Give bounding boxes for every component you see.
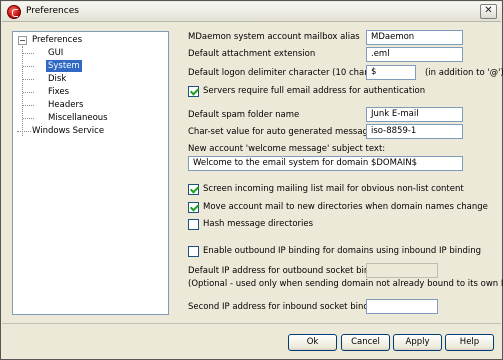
collapse-toggle-icon[interactable]: − [18,36,27,45]
full-email-auth-label: Servers require full email address for a… [203,86,426,96]
title-bar: Preferences ✕ [2,2,501,22]
second-ip-input[interactable] [366,299,438,314]
outbound-ip-input[interactable] [366,263,438,278]
tree-item-headers[interactable]: Headers [48,99,83,111]
close-button[interactable]: ✕ [480,4,497,19]
outbound-binding-checkbox[interactable] [188,246,199,257]
outbound-binding-label: Enable outbound IP binding for domains u… [203,246,482,256]
tree-item-preferences[interactable]: Preferences [32,34,82,46]
screen-list-mail-label: Screen incoming mailing list mail for ob… [203,184,464,194]
move-account-mail-label: Move account mail to new directories whe… [203,202,488,212]
tree-item-system[interactable]: System [46,60,82,72]
app-logo-icon [7,5,21,19]
ok-button[interactable]: Ok [288,334,337,351]
tree-connector [23,79,34,80]
tree-connector [22,46,23,136]
attachment-extension-input[interactable]: .eml [366,47,463,62]
preferences-dialog: Preferences ✕ − Preferences GUI System D… [0,0,503,360]
alias-label: MDaemon system account mailbox alias [188,32,360,42]
footer-divider [2,323,501,324]
tree-item-windows-service[interactable]: Windows Service [32,125,104,137]
tree-connector [17,131,31,132]
spam-folder-label: Default spam folder name [188,110,300,120]
category-tree: − Preferences GUI System Disk Fixes Head… [12,31,169,315]
logon-delimiter-note: (in addition to '@') [425,68,503,78]
tree-connector [23,53,34,54]
charset-input[interactable]: iso-8859-1 [366,124,463,139]
charset-label: Char-set value for auto generated messag… [188,127,378,137]
tree-item-miscellaneous[interactable]: Miscellaneous [48,112,108,124]
tree-item-gui[interactable]: GUI [48,47,63,59]
hash-directories-label: Hash message directories [203,219,314,229]
tree-connector [23,105,34,106]
screen-list-mail-checkbox[interactable] [188,184,199,195]
alias-input[interactable]: MDaemon [366,30,463,45]
tree-item-disk[interactable]: Disk [48,73,66,85]
outbound-ip-note: (Optional - used only when sending domai… [188,279,503,289]
outbound-ip-label: Default IP address for outbound socket b… [188,266,388,276]
attachment-extension-label: Default attachment extension [188,49,316,59]
tree-connector [23,66,34,67]
logon-delimiter-input[interactable]: $ [366,65,416,80]
full-email-auth-checkbox[interactable] [188,86,199,97]
welcome-subject-label: New account 'welcome message' subject te… [188,144,386,154]
second-ip-label: Second IP address for inbound socket bin… [188,302,382,312]
tree-connector [23,118,34,119]
cancel-button[interactable]: Cancel [341,334,390,351]
welcome-subject-input[interactable]: Welcome to the email system for domain $… [188,156,463,171]
move-account-mail-checkbox[interactable] [188,202,199,213]
window-title: Preferences [26,6,79,16]
apply-button[interactable]: Apply [393,334,442,351]
tree-connector [23,92,34,93]
spam-folder-input[interactable]: Junk E-mail [366,107,463,122]
tree-item-fixes[interactable]: Fixes [48,86,69,98]
help-button[interactable]: Help [445,334,494,351]
hash-directories-checkbox[interactable] [188,219,199,230]
